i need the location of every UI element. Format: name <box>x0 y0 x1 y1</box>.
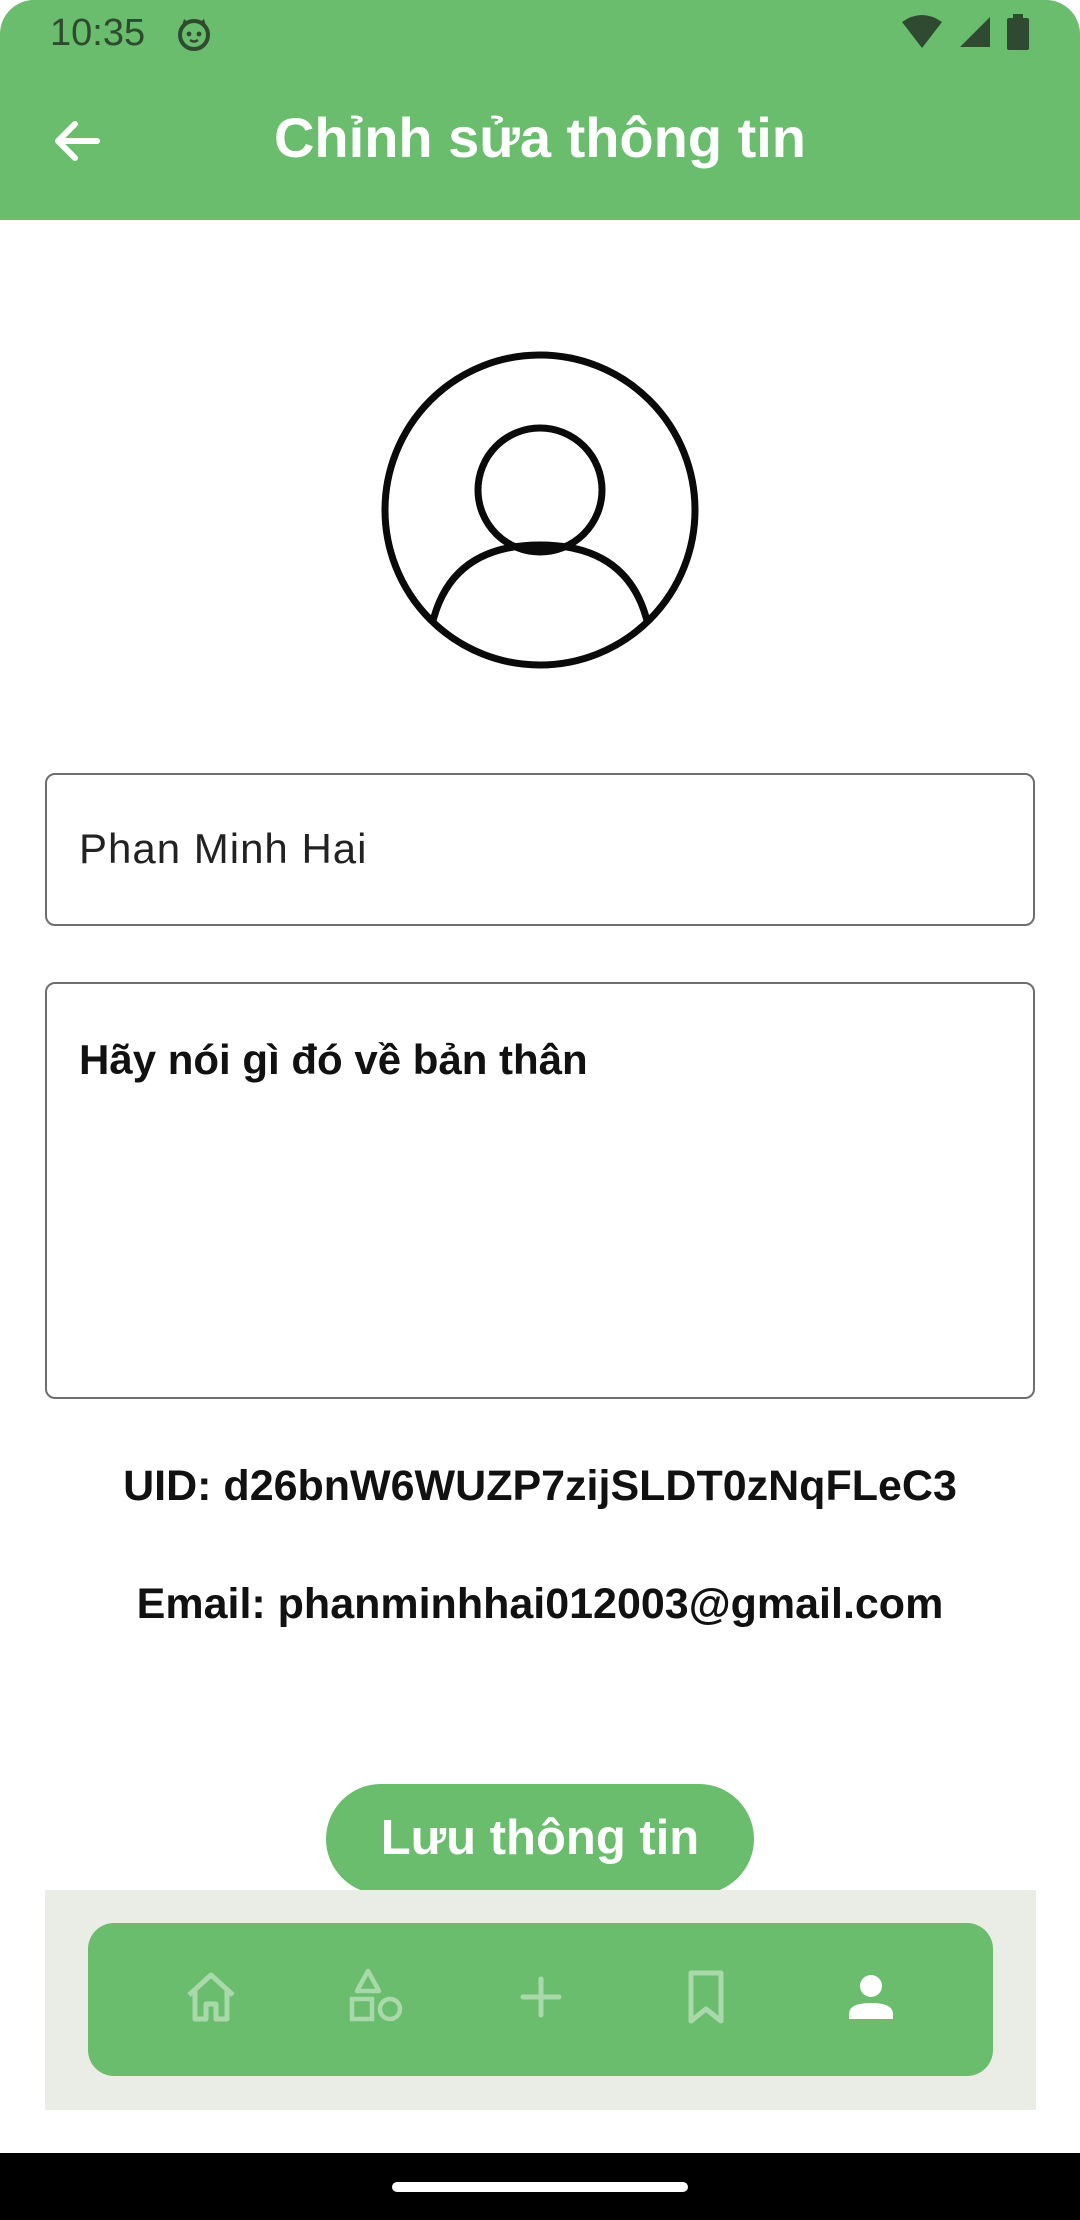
status-time: 10:35 <box>50 12 146 54</box>
bio-field-placeholder: Hãy nói gì đó về bản thân <box>79 1036 588 1083</box>
avatar[interactable] <box>380 350 700 670</box>
nav-item-add[interactable] <box>491 1950 591 2050</box>
nav-item-bookmarks[interactable] <box>656 1950 756 2050</box>
name-field-value: Phan Minh Hai <box>79 825 368 872</box>
save-button[interactable]: Lưu thông tin <box>326 1784 754 1894</box>
nav-item-categories[interactable] <box>326 1950 426 2050</box>
bookmark-icon <box>676 1967 736 2032</box>
wifi-icon <box>900 14 944 50</box>
email-text: Email: phanminhhai012003@gmail.com <box>136 1580 944 1628</box>
shapes-icon <box>346 1967 406 2032</box>
person-icon <box>841 1967 901 2032</box>
bottom-nav-container <box>45 1890 1036 2110</box>
bio-field[interactable]: Hãy nói gì đó về bản thân <box>45 982 1035 1399</box>
name-field[interactable]: Phan Minh Hai <box>45 773 1035 926</box>
plus-icon <box>511 1967 571 2032</box>
uid-text: UID: d26bnW6WUZP7zijSLDT0zNqFLeC3 <box>123 1462 957 1510</box>
nav-item-home[interactable] <box>161 1950 261 2050</box>
signal-icon <box>958 15 992 49</box>
nav-item-profile[interactable] <box>821 1950 921 2050</box>
cat-notification-icon <box>176 16 212 52</box>
status-icons <box>900 14 1030 50</box>
home-icon <box>181 1967 241 2032</box>
gesture-handle[interactable] <box>392 2182 688 2192</box>
battery-icon <box>1006 14 1030 50</box>
page-title: Chỉnh sửa thông tin <box>273 106 807 169</box>
bottom-nav <box>88 1923 993 2076</box>
user-circle-icon <box>381 351 699 669</box>
app-header: 10:35 Chỉnh sửa thông tin <box>0 0 1080 220</box>
